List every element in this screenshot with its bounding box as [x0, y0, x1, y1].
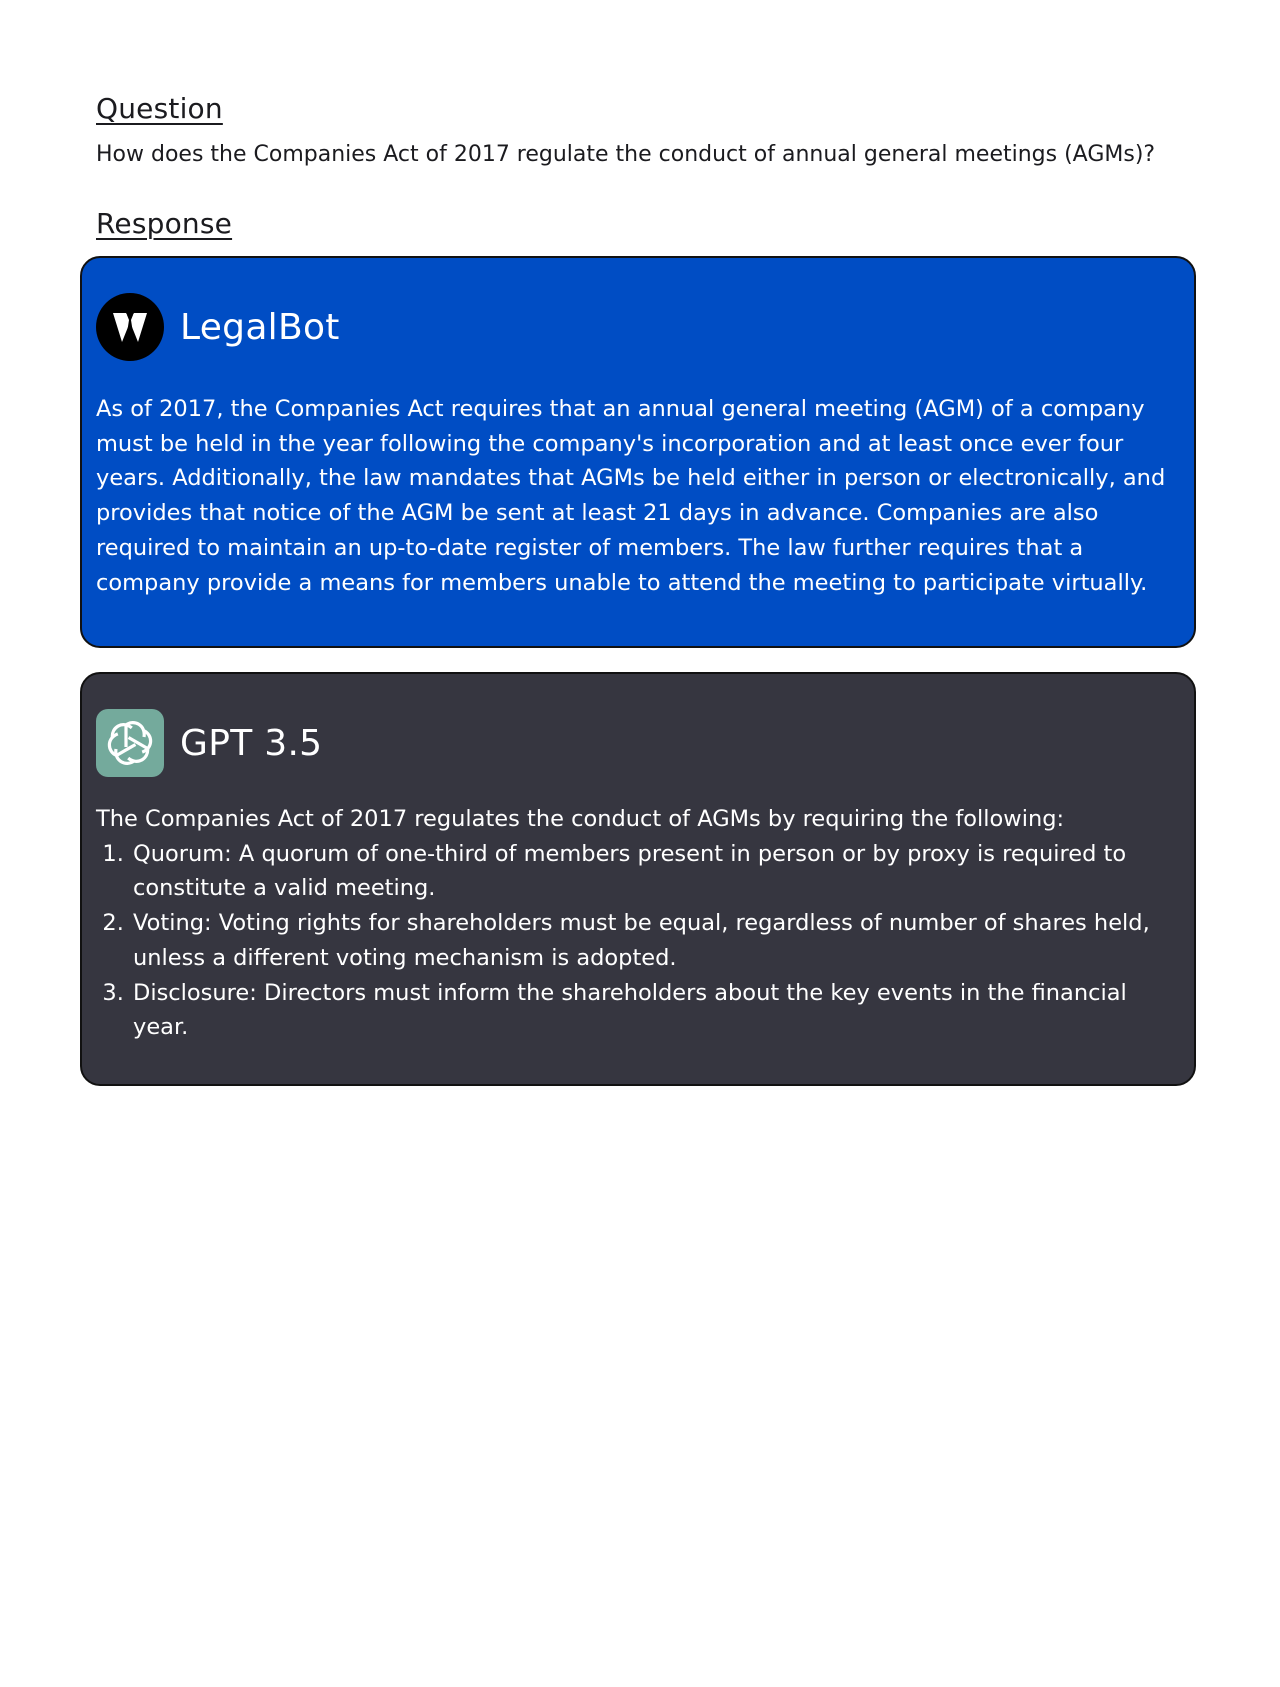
gpt-title: GPT 3.5 [180, 722, 323, 764]
list-item: Voting: Voting rights for shareholders m… [131, 906, 1181, 975]
response-heading: Response [96, 207, 233, 240]
list-item: Disclosure: Directors must inform the sh… [131, 976, 1181, 1045]
list-item: Quorum: A quorum of one-third of members… [131, 837, 1181, 906]
gpt-header: GPT 3.5 [96, 708, 322, 778]
page: Question How does the Companies Act of 2… [0, 0, 1280, 1687]
legalbot-response-card: LegalBot As of 2017, the Companies Act r… [80, 256, 1196, 648]
openai-logo-icon [96, 709, 164, 777]
gpt-answer-intro: The Companies Act of 2017 regulates the … [96, 806, 1065, 832]
gpt-answer: The Companies Act of 2017 regulates the … [96, 802, 1181, 1045]
suit-tie-icon [96, 293, 164, 361]
question-heading: Question [96, 92, 223, 125]
legalbot-header: LegalBot [96, 292, 340, 362]
question-text: How does the Companies Act of 2017 regul… [96, 142, 1156, 167]
gpt-response-card: GPT 3.5 The Companies Act of 2017 regula… [80, 672, 1196, 1086]
gpt-answer-list: Quorum: A quorum of one-third of members… [96, 837, 1181, 1045]
legalbot-title: LegalBot [180, 306, 340, 348]
legalbot-answer-text: As of 2017, the Companies Act requires t… [96, 396, 1166, 596]
